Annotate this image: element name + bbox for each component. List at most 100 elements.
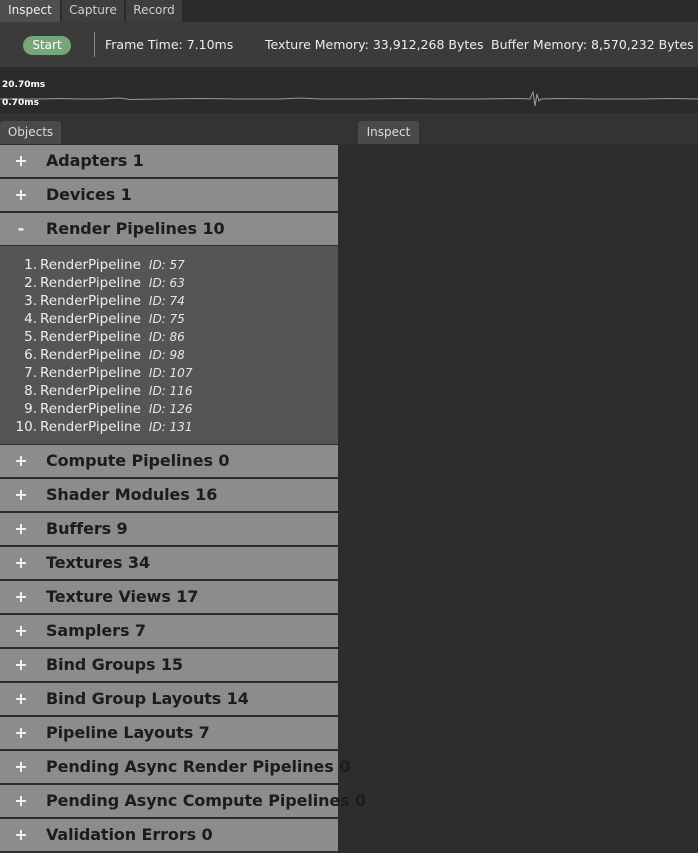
group-adapters[interactable]: + Adapters 1 <box>0 144 338 178</box>
list-item[interactable]: 3. RenderPipeline ID: 74 <box>0 292 338 310</box>
item-number: 5. <box>24 329 37 345</box>
group-compute-pipelines[interactable]: + Compute Pipelines 0 <box>0 444 338 478</box>
item-name: RenderPipeline <box>40 347 141 363</box>
expand-icon[interactable]: + <box>14 145 28 177</box>
group-validation-errors[interactable]: + Validation Errors 0 <box>0 818 338 852</box>
group-textures[interactable]: + Textures 34 <box>0 546 338 580</box>
item-id: ID: 116 <box>148 384 193 398</box>
list-item[interactable]: 5. RenderPipeline ID: 86 <box>0 328 338 346</box>
group-title: Compute Pipelines 0 <box>46 451 230 470</box>
expand-icon[interactable]: + <box>14 785 28 817</box>
expand-icon[interactable]: + <box>14 513 28 545</box>
tab-capture[interactable]: Capture <box>62 0 124 22</box>
collapse-icon[interactable]: - <box>14 213 28 245</box>
list-item[interactable]: 2. RenderPipeline ID: 63 <box>0 274 338 292</box>
item-number: 4. <box>24 311 37 327</box>
tab-objects[interactable]: Objects <box>0 121 61 145</box>
item-name: RenderPipeline <box>40 419 141 435</box>
item-name: RenderPipeline <box>40 365 141 381</box>
group-pipeline-layouts[interactable]: + Pipeline Layouts 7 <box>0 716 338 750</box>
group-pending-async-render-pipelines[interactable]: + Pending Async Render Pipelines 0 <box>0 750 350 784</box>
item-id: ID: 75 <box>148 312 185 326</box>
group-texture-views[interactable]: + Texture Views 17 <box>0 580 338 614</box>
group-title: Validation Errors 0 <box>46 825 213 844</box>
item-id: ID: 107 <box>148 366 193 380</box>
expand-icon[interactable]: + <box>14 717 28 749</box>
group-title: Texture Views 17 <box>46 587 199 606</box>
group-title: Shader Modules 16 <box>46 485 218 504</box>
expand-icon[interactable]: + <box>14 649 28 681</box>
item-id: ID: 126 <box>148 402 193 416</box>
group-bind-groups[interactable]: + Bind Groups 15 <box>0 648 338 682</box>
item-name: RenderPipeline <box>40 311 141 327</box>
item-number: 7. <box>24 365 37 381</box>
frame-time-plot <box>0 90 698 107</box>
group-title: Pending Async Compute Pipelines 0 <box>46 791 367 810</box>
item-number: 9. <box>24 401 37 417</box>
expand-icon[interactable]: + <box>14 751 28 783</box>
item-number: 10. <box>15 419 37 435</box>
group-title: Adapters 1 <box>46 151 144 170</box>
group-samplers[interactable]: + Samplers 7 <box>0 614 338 648</box>
frame-time-stat: Frame Time: 7.10ms <box>105 37 234 52</box>
item-number: 6. <box>24 347 37 363</box>
item-name: RenderPipeline <box>40 275 141 291</box>
item-id: ID: 57 <box>148 258 185 272</box>
list-item[interactable]: 6. RenderPipeline ID: 98 <box>0 346 338 364</box>
inspect-panel <box>338 144 698 853</box>
buffer-memory-stat: Buffer Memory: 8,570,232 Bytes <box>491 37 694 52</box>
item-id: ID: 74 <box>148 294 185 308</box>
group-title: Devices 1 <box>46 185 132 204</box>
list-item[interactable]: 1. RenderPipeline ID: 57 <box>0 256 338 274</box>
expand-icon[interactable]: + <box>14 479 28 511</box>
group-title: Textures 34 <box>46 553 151 572</box>
expand-icon[interactable]: + <box>14 819 28 851</box>
texture-memory-stat: Texture Memory: 33,912,268 Bytes <box>265 37 484 52</box>
tab-inspect-panel[interactable]: Inspect <box>358 121 419 145</box>
item-name: RenderPipeline <box>40 401 141 417</box>
render-pipelines-list: 1. RenderPipeline ID: 57 2. RenderPipeline I… <box>0 246 338 444</box>
group-title: Render Pipelines 10 <box>46 219 225 238</box>
start-button[interactable]: Start <box>23 36 71 55</box>
item-number: 1. <box>24 257 37 273</box>
group-shader-modules[interactable]: + Shader Modules 16 <box>0 478 338 512</box>
expand-icon[interactable]: + <box>14 445 28 477</box>
group-title: Pipeline Layouts 7 <box>46 723 210 742</box>
list-item[interactable]: 8. RenderPipeline ID: 116 <box>0 382 338 400</box>
group-pending-async-compute-pipelines[interactable]: + Pending Async Compute Pipelines 0 <box>0 784 366 818</box>
group-devices[interactable]: + Devices 1 <box>0 178 338 212</box>
list-item[interactable]: 4. RenderPipeline ID: 75 <box>0 310 338 328</box>
expand-icon[interactable]: + <box>14 179 28 211</box>
toolbar: Start Frame Time: 7.10ms Texture Memory:… <box>0 22 698 68</box>
expand-icon[interactable]: + <box>14 547 28 579</box>
toolbar-divider <box>94 32 95 57</box>
group-title: Bind Group Layouts 14 <box>46 689 249 708</box>
item-name: RenderPipeline <box>40 293 141 309</box>
list-item[interactable]: 9. RenderPipeline ID: 126 <box>0 400 338 418</box>
group-render-pipelines[interactable]: - Render Pipelines 10 <box>0 212 338 246</box>
expand-icon[interactable]: + <box>14 615 28 647</box>
frame-time-graph: 20.70ms 0.70ms <box>0 68 698 113</box>
graph-min-label: 0.70ms <box>2 98 39 108</box>
item-id: ID: 131 <box>148 420 193 434</box>
list-item[interactable]: 10. RenderPipeline ID: 131 <box>0 418 338 436</box>
group-title: Pending Async Render Pipelines 0 <box>46 757 351 776</box>
group-bind-group-layouts[interactable]: + Bind Group Layouts 14 <box>0 682 338 716</box>
expand-icon[interactable]: + <box>14 581 28 613</box>
item-name: RenderPipeline <box>40 383 141 399</box>
item-id: ID: 98 <box>148 348 185 362</box>
graph-max-label: 20.70ms <box>2 80 46 90</box>
tab-record[interactable]: Record <box>126 0 182 22</box>
list-item[interactable]: 7. RenderPipeline ID: 107 <box>0 364 338 382</box>
tab-inspect[interactable]: Inspect <box>0 0 60 22</box>
expand-icon[interactable]: + <box>14 683 28 715</box>
group-title: Samplers 7 <box>46 621 146 640</box>
top-tab-bar: Inspect Capture Record <box>0 0 698 22</box>
group-title: Bind Groups 15 <box>46 655 183 674</box>
group-buffers[interactable]: + Buffers 9 <box>0 512 338 546</box>
item-name: RenderPipeline <box>40 329 141 345</box>
item-number: 3. <box>24 293 37 309</box>
item-number: 8. <box>24 383 37 399</box>
objects-list: + Adapters 1 + Devices 1 - Render Pipeli… <box>0 144 366 852</box>
item-name: RenderPipeline <box>40 257 141 273</box>
